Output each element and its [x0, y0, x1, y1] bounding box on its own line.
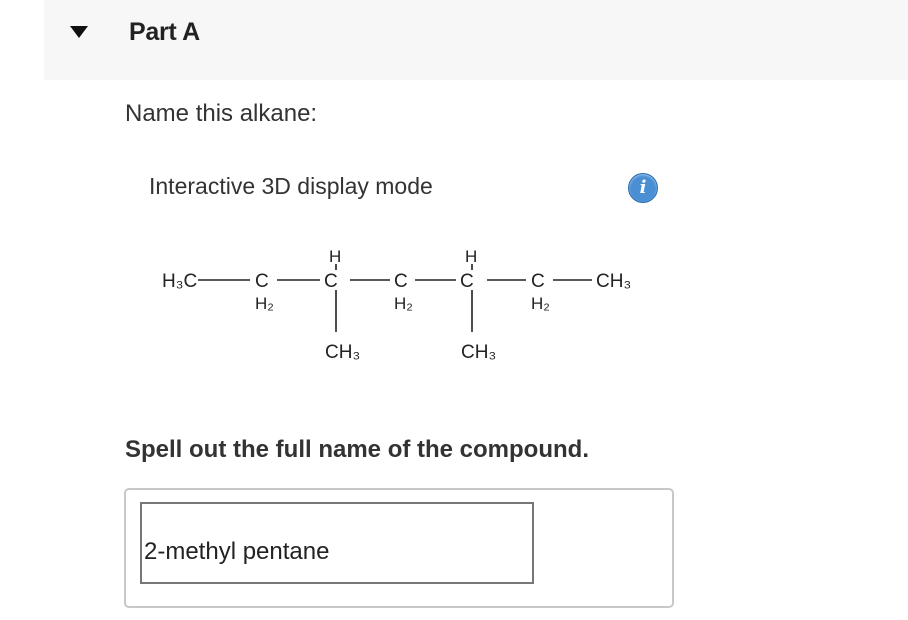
carbon-1: C: [255, 271, 269, 292]
carbon-2: C: [324, 271, 338, 292]
triangle-down-icon[interactable]: [70, 26, 88, 38]
carbon-2-h: H: [329, 247, 341, 266]
carbon-2-branch: CH₃: [325, 342, 360, 363]
display-mode-label: Interactive 3D display mode: [149, 173, 433, 199]
carbon-3-h2: H₂: [394, 294, 413, 313]
carbon-5: C: [531, 271, 545, 292]
carbon-3: C: [394, 271, 408, 292]
carbon-4: C: [460, 271, 474, 292]
alkane-structure: H₃C C H₂ H C CH₃ C H₂ H C CH₃ C H₂ CH₃: [162, 247, 631, 363]
carbon-4-branch: CH₃: [461, 342, 496, 363]
carbon-5-h2: H₂: [531, 294, 550, 313]
carbon-4-h: H: [465, 247, 477, 266]
answer-instruction: Spell out the full name of the compound.: [125, 436, 589, 463]
question-prompt: Name this alkane:: [125, 100, 318, 127]
info-icon[interactable]: i: [628, 173, 658, 203]
part-header[interactable]: Part A: [44, 0, 908, 80]
part-title: Part A: [129, 18, 200, 46]
carbon-1-h2: H₂: [255, 294, 274, 313]
answer-input[interactable]: [140, 502, 534, 584]
chain-right-ch3: CH₃: [596, 271, 631, 292]
chain-left-ch3: H₃C: [162, 271, 197, 292]
